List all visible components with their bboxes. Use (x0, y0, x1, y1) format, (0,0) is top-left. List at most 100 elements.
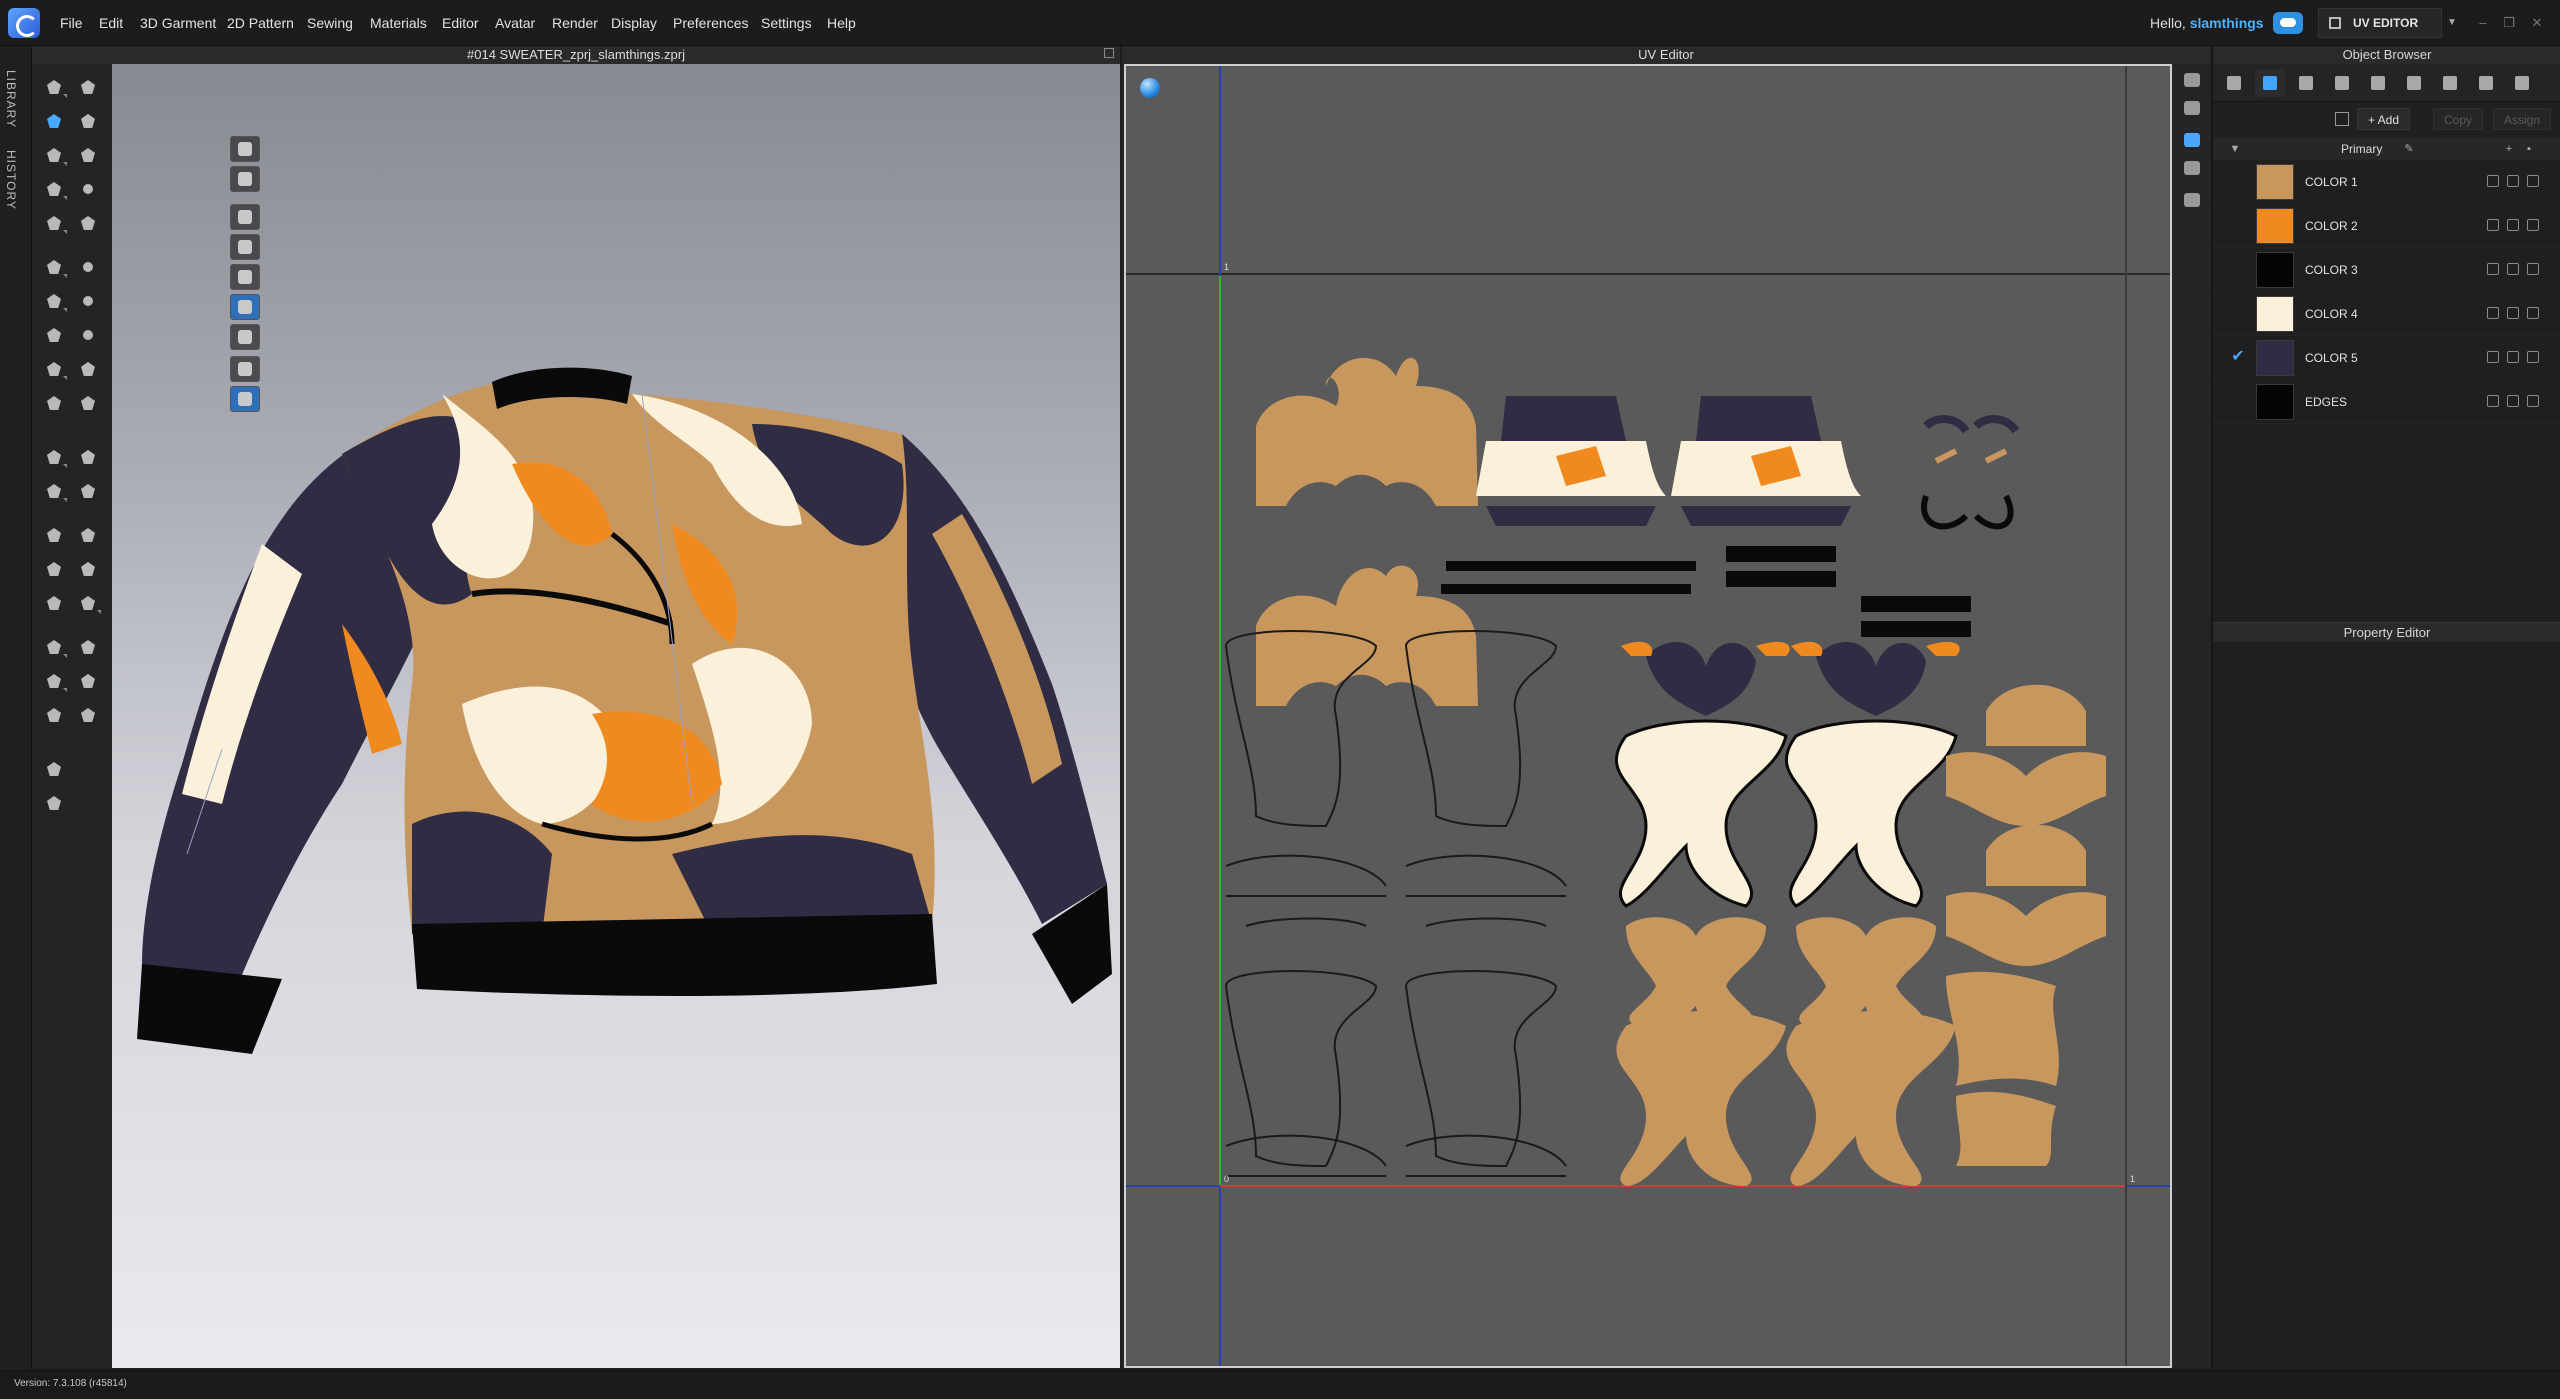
minimize-icon[interactable]: – (2474, 14, 2492, 32)
add-icon[interactable] (2487, 219, 2499, 231)
topstitch-tab-icon[interactable] (2363, 69, 2393, 97)
pattern-tool-icon[interactable] (74, 590, 102, 616)
list-item[interactable]: EDGES (2213, 380, 2560, 424)
graphic-tab-icon[interactable] (2507, 69, 2537, 97)
edit-icon[interactable]: ✎ (2403, 143, 2415, 155)
copy-icon[interactable] (2507, 263, 2519, 275)
add-icon[interactable] (2487, 395, 2499, 407)
add-icon[interactable] (2487, 263, 2499, 275)
zipper-tool-icon[interactable] (74, 322, 102, 348)
sew-line-tool-icon[interactable] (74, 634, 102, 660)
view-shirt-icon[interactable] (230, 204, 260, 230)
3d-viewport[interactable] (112, 64, 1120, 1368)
sew-tool-icon[interactable] (40, 634, 68, 660)
mode-switch[interactable]: UV EDITOR (2318, 8, 2442, 38)
topstitch-tool-icon[interactable] (40, 288, 68, 314)
view-body-icon[interactable] (230, 264, 260, 290)
texture-tool-icon[interactable] (74, 444, 102, 470)
delete-icon[interactable] (2527, 395, 2539, 407)
fabric-tool-icon[interactable] (74, 668, 102, 694)
uv-view-sphere-icon[interactable] (1140, 78, 1160, 98)
copy-icon[interactable] (2507, 307, 2519, 319)
menu-2d-pattern[interactable]: 2D Pattern (227, 0, 294, 46)
list-item[interactable]: COLOR 4 (2213, 292, 2560, 336)
line-tool-icon[interactable] (40, 444, 68, 470)
sleeve-tool-icon[interactable] (40, 668, 68, 694)
menu-avatar[interactable]: Avatar (495, 0, 535, 46)
colorway-row[interactable]: ▼ Primary ✎ + ▪ (2213, 138, 2560, 160)
view-measure-icon[interactable] (230, 324, 260, 350)
line-tab-icon[interactable] (2399, 69, 2429, 97)
gizmo-tool-icon[interactable] (40, 108, 68, 134)
cloud-icon[interactable] (2273, 12, 2303, 34)
list-view-icon[interactable] (2219, 69, 2249, 97)
view-uv-icon[interactable] (230, 294, 260, 320)
uv-camera-icon[interactable] (2180, 68, 2204, 92)
view-environment-icon[interactable] (230, 386, 260, 412)
menu-materials[interactable]: Materials (370, 0, 427, 46)
copy-icon[interactable] (2507, 219, 2519, 231)
add-icon[interactable] (2487, 351, 2499, 363)
view-mode-icon[interactable] (230, 136, 260, 162)
copy-icon[interactable] (2507, 351, 2519, 363)
assign-button[interactable]: Assign (2493, 108, 2552, 130)
list-item[interactable]: COLOR 2 (2213, 204, 2560, 248)
delete-icon[interactable] (2527, 263, 2539, 275)
menu-file[interactable]: File (60, 0, 83, 46)
smooth-tool-icon[interactable] (40, 478, 68, 504)
uv-arrange-icon[interactable] (2180, 188, 2204, 212)
shirt-tool-icon[interactable] (40, 556, 68, 582)
delete-icon[interactable] (2527, 351, 2539, 363)
puckering-tool-icon[interactable] (74, 356, 102, 382)
menu-sewing[interactable]: Sewing (307, 0, 353, 46)
expand-panel-icon[interactable] (1104, 48, 1114, 58)
annotation-tool-icon[interactable] (40, 390, 68, 416)
close-icon[interactable]: ✕ (2528, 14, 2546, 32)
app-logo[interactable] (8, 8, 40, 38)
delete-icon[interactable] (2527, 307, 2539, 319)
menu-edit[interactable]: Edit (99, 0, 123, 46)
fold-tool-icon[interactable] (74, 108, 102, 134)
menu-preferences[interactable]: Preferences (673, 0, 748, 46)
garment-fit-tool-icon[interactable] (40, 590, 68, 616)
uv-canvas[interactable]: 1 0 1 (1124, 64, 2172, 1368)
add-icon[interactable] (2487, 175, 2499, 187)
add-button[interactable]: + Add (2357, 108, 2411, 130)
menu-editor[interactable]: Editor (442, 0, 479, 46)
list-item[interactable]: COLOR 3 (2213, 248, 2560, 292)
copy-icon[interactable] (2507, 395, 2519, 407)
elastic-tool-icon[interactable] (40, 356, 68, 382)
hanger-tool-icon[interactable] (74, 522, 102, 548)
tab-library[interactable]: LIBRARY (4, 70, 18, 128)
arrangement-tool-icon[interactable] (40, 176, 68, 202)
chevron-down-icon[interactable]: ▼ (2443, 8, 2461, 38)
tab-history[interactable]: HISTORY (4, 150, 18, 210)
select-mesh-tool-icon[interactable] (74, 74, 102, 100)
flatten-tool-icon[interactable] (40, 254, 68, 280)
folder-icon[interactable] (2335, 112, 2349, 126)
menu-help[interactable]: Help (827, 0, 856, 46)
copy-icon[interactable] (2507, 175, 2519, 187)
marker-tool-icon[interactable] (74, 478, 102, 504)
trim-tab-icon[interactable] (2471, 69, 2501, 97)
uv-edit-icon[interactable] (2180, 156, 2204, 180)
view-texture-icon[interactable] (230, 234, 260, 260)
tack-tool-icon[interactable] (74, 176, 102, 202)
select-move-tool-icon[interactable] (40, 74, 68, 100)
list-item[interactable]: ✔ COLOR 5 (2213, 336, 2560, 380)
trim-tool-icon[interactable] (40, 322, 68, 348)
graphic-tool-icon[interactable] (74, 390, 102, 416)
measure-tool-icon[interactable] (74, 210, 102, 236)
button-tool-icon[interactable] (74, 254, 102, 280)
brush-tool-icon[interactable] (74, 142, 102, 168)
user-name[interactable]: slamthings (2190, 15, 2264, 31)
layer-tool-icon[interactable] (74, 556, 102, 582)
avatar-tool-icon[interactable] (40, 702, 68, 728)
transform-tool-icon[interactable] (74, 702, 102, 728)
view-avatar-icon[interactable] (230, 166, 260, 192)
uv-camera-alt-icon[interactable] (2180, 96, 2204, 120)
pose-tool-icon[interactable] (40, 756, 68, 782)
copy-button[interactable]: Copy (2433, 108, 2484, 130)
uv-transform-icon[interactable] (2180, 128, 2204, 152)
restore-icon[interactable]: ❐ (2500, 14, 2518, 32)
